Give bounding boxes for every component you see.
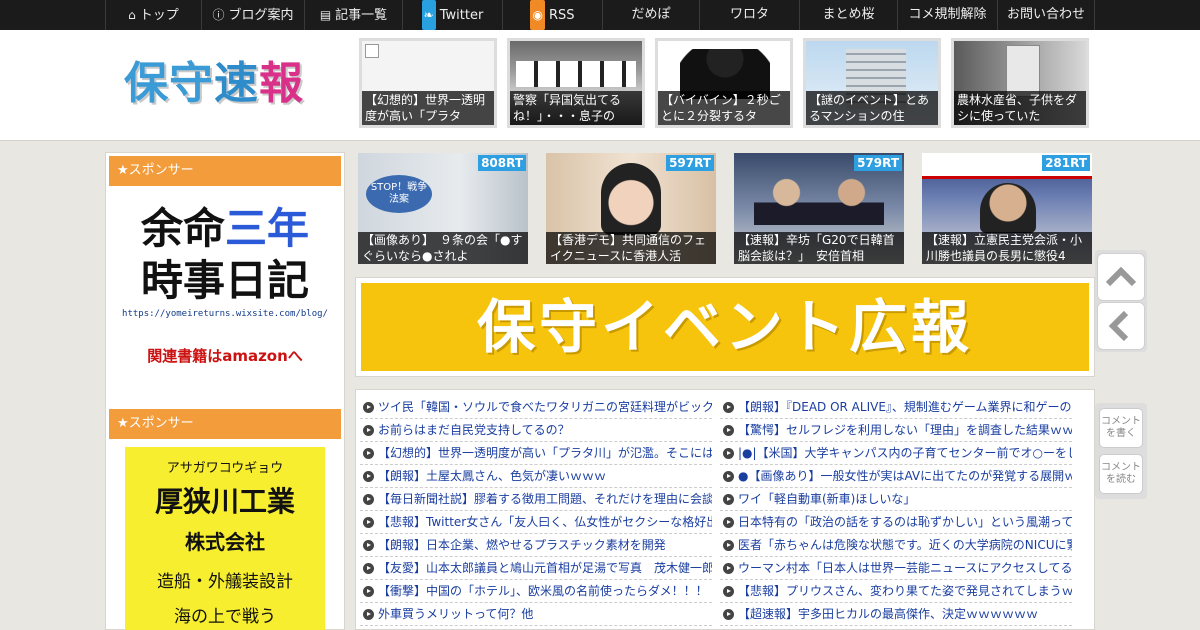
play-bullet-icon <box>723 494 734 505</box>
play-bullet-icon <box>363 609 374 620</box>
broken-image-icon <box>365 44 379 58</box>
list-item[interactable]: 【朗報】日本企業、燃やせるプラスチック素材を開発 <box>360 534 712 557</box>
retweet-count-badge: 579RT <box>854 155 902 171</box>
list-icon: ▤ <box>319 8 332 22</box>
sponsor-heading: ★スポンサー <box>109 156 341 186</box>
sponsor-heading: ★スポンサー <box>109 409 341 439</box>
nav-matome-sakura[interactable]: まとめ桜 <box>799 0 897 30</box>
list-item[interactable]: 【衝撃】中国の「ホテル」、欧米風の名前使ったらダメ！！！ <box>360 580 712 603</box>
list-item[interactable]: |●|【米国】大学キャンパス内の子育てセンター前でオ○ーをし <box>720 442 1072 465</box>
list-item[interactable]: ツイ民「韓国・ソウルで食べたワタリガニの宮廷料理がビック <box>360 396 712 419</box>
politician-photo <box>980 183 1036 233</box>
play-bullet-icon <box>363 563 374 574</box>
nav-warota[interactable]: ワロタ <box>699 0 799 30</box>
nav-comment-unblock[interactable]: コメ規制解除 <box>897 0 997 30</box>
header-article-thumb[interactable]: 【バイバイン】２秒ごとに２分裂するタ <box>655 38 793 128</box>
nav-blog-info[interactable]: ⓘ ブログ案内 <box>201 0 304 30</box>
nav-twitter[interactable]: ❧ Twitter <box>402 0 502 30</box>
top-navigation: ⌂ トップ ⓘ ブログ案内 ▤ 記事一覧 ❧ Twitter ◉ RSS だめぽ ワロタ … <box>0 0 1200 30</box>
play-bullet-icon <box>723 471 734 482</box>
chevron-up-icon <box>1105 266 1137 287</box>
popular-article-thumb[interactable]: 281RT 【速報】立憲民主党会派・小川勝也議員の長男に懲役4 <box>922 153 1092 264</box>
ministry-sign-image <box>1006 45 1040 97</box>
article-list-right: 【朗報】『DEAD OR ALIVE』、規制進むゲーム業界に和ゲーの 【驚愕】セ… <box>720 396 1072 626</box>
nav-contact[interactable]: お問い合わせ <box>997 0 1095 30</box>
list-item[interactable]: 【悲報】Twitter女さん「友人曰く、仏女性がセクシーな格好出 <box>360 511 712 534</box>
event-banner-text: 保守イベント広報 <box>361 283 1089 371</box>
list-item[interactable]: 【朗報】土屋太鳳さん、色気が凄いｗｗｗ <box>360 465 712 488</box>
list-item[interactable]: 【悲報】プリウスさん、変わり果てた姿で発見されてしまうｗ <box>720 580 1072 603</box>
play-bullet-icon <box>723 402 734 413</box>
play-bullet-icon <box>363 402 374 413</box>
play-bullet-icon <box>363 448 374 459</box>
nav-damepo[interactable]: だめぽ <box>602 0 699 30</box>
nav-rss[interactable]: ◉ RSS <box>502 0 602 30</box>
list-item[interactable]: 【友愛】山本太郎議員と鳩山元首相が足湯で写真 茂木健一郎 <box>360 557 712 580</box>
retweet-count-badge: 808RT <box>478 155 526 171</box>
play-bullet-icon <box>363 471 374 482</box>
play-bullet-icon <box>363 540 374 551</box>
info-icon: ⓘ <box>212 8 225 22</box>
play-bullet-icon <box>723 563 734 574</box>
event-banner[interactable]: 保守イベント広報 <box>355 277 1095 377</box>
play-bullet-icon <box>363 425 374 436</box>
home-icon: ⌂ <box>128 8 136 22</box>
list-item[interactable]: ●【画像あり】一般女性が実はAVに出てたのが発覚する展開ｗ <box>720 465 1072 488</box>
popular-article-thumb[interactable]: 579RT 【速報】辛坊「G20で日韓首脳会談は？」 安倍首相 <box>734 153 904 264</box>
play-bullet-icon <box>363 586 374 597</box>
list-item[interactable]: ワイ「軽自動車(新車)ほしいな」 <box>720 488 1072 511</box>
play-bullet-icon <box>723 586 734 597</box>
header-article-thumb[interactable]: 農林水産省、子供をダシに使っていた <box>951 38 1089 128</box>
person-photo <box>601 163 661 235</box>
comment-write-button[interactable]: コメントを書く <box>1099 408 1143 448</box>
play-bullet-icon <box>723 517 734 528</box>
retweet-count-badge: 597RT <box>666 155 714 171</box>
popular-article-thumb[interactable]: STOP！戦争法案 808RT 【画像あり】 ９条の会「●すぐらいなら●されよ <box>358 153 528 264</box>
list-item[interactable]: 【超速報】宇多田ヒカルの最高傑作、決定ｗｗｗｗｗｗ <box>720 603 1072 626</box>
play-bullet-icon <box>723 540 734 551</box>
sponsor-ad-yomei[interactable]: 余命三年 時事日記 https://yomeireturns.wixsite.c… <box>109 189 341 385</box>
list-item[interactable]: 外車買うメリットって何？他 <box>360 603 712 626</box>
retweet-count-badge: 281RT <box>1042 155 1090 171</box>
header-article-thumb[interactable]: 警察「异国気出てるね！」・・・息子の <box>507 38 645 128</box>
tv-studio-photo <box>754 175 884 225</box>
list-item[interactable]: 【朗報】『DEAD OR ALIVE』、規制進むゲーム業界に和ゲーの <box>720 396 1072 419</box>
sponsor-ad-asagawa[interactable]: アサガワコウギョウ 厚狭川工業 株式会社 造船・外艤装設計 海の上で戦う <box>125 447 325 630</box>
play-bullet-icon <box>723 448 734 459</box>
list-item[interactable]: 日本特有の「政治の話をするのは恥ずかしい」という風潮って <box>720 511 1072 534</box>
header-article-thumb[interactable]: 【謎のイベント】とあるマンションの住 <box>803 38 941 128</box>
list-item[interactable]: 医者「赤ちゃんは危険な状態です。近くの大学病院のNICUに緊 <box>720 534 1072 557</box>
play-bullet-icon <box>723 425 734 436</box>
site-header: 保守速報 【幻想的】世界一透明度が高い「プラタ 警察「异国気出てるね！」・・・息… <box>0 30 1200 141</box>
list-item[interactable]: 【幻想的】世界一透明度が高い「プラタ川」が氾濫。そこには <box>360 442 712 465</box>
article-lists: ツイ民「韓国・ソウルで食べたワタリガニの宮廷料理がビック お前らはまだ自民党支持… <box>355 389 1095 630</box>
article-list-left: ツイ民「韓国・ソウルで食べたワタリガニの宮廷料理がビック お前らはまだ自民党支持… <box>360 396 712 626</box>
play-bullet-icon <box>363 517 374 528</box>
play-bullet-icon <box>363 494 374 505</box>
play-bullet-icon <box>723 609 734 620</box>
nav-articles[interactable]: ▤ 記事一覧 <box>304 0 402 30</box>
list-item[interactable]: 【毎日新聞社説】膠着する徴用工問題、それだけを理由に会談 <box>360 488 712 511</box>
popular-article-thumb[interactable]: 597RT 【香港デモ】共同通信のフェイクニュースに香港人活 <box>546 153 716 264</box>
chevron-left-icon <box>1108 310 1129 342</box>
sidebar: ★スポンサー 余命三年 時事日記 https://yomeireturns.wi… <box>105 152 345 630</box>
twitter-icon: ❧ <box>421 0 436 30</box>
rss-icon: ◉ <box>530 0 545 30</box>
list-item[interactable]: お前らはまだ自民党支持してるの？ <box>360 419 712 442</box>
list-item[interactable]: 【驚愕】セルフレジを利用しない「理由」を調査した結果ｗｗ <box>720 419 1072 442</box>
police-cars-image <box>516 61 636 87</box>
list-item[interactable]: ウーマン村本「日本人は世界一芸能ニュースにアクセスしてる <box>720 557 1072 580</box>
site-logo[interactable]: 保守速報 <box>124 56 304 112</box>
scroll-top-button[interactable] <box>1097 253 1145 301</box>
header-article-thumb[interactable]: 【幻想的】世界一透明度が高い「プラタ <box>359 38 497 128</box>
comment-read-button[interactable]: コメントを読む <box>1099 454 1143 494</box>
nav-top[interactable]: ⌂ トップ <box>105 0 201 30</box>
stop-sign-image: STOP！戦争法案 <box>366 175 432 213</box>
back-button[interactable] <box>1097 302 1145 350</box>
